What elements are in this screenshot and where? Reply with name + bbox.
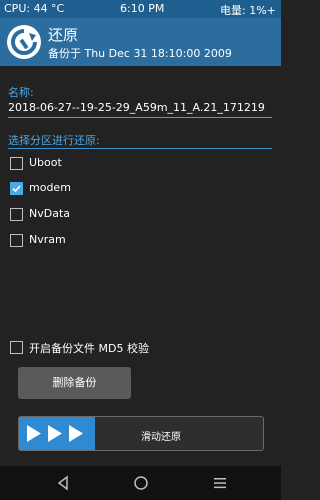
md5-verify-option[interactable]: 开启备份文件 MD5 校验 <box>8 338 272 358</box>
partition-label-nvram: Nvram <box>29 233 66 246</box>
checkbox-icon[interactable] <box>10 341 23 354</box>
partition-item-modem[interactable]: modem <box>8 179 272 199</box>
checkbox-icon[interactable] <box>10 157 23 170</box>
swipe-label: 滑动还原 <box>141 432 181 443</box>
cpu-temperature: CPU: 44 °C <box>4 2 65 15</box>
name-underline <box>8 117 272 118</box>
checked-checkbox-icon[interactable] <box>10 182 23 195</box>
partition-label: 选择分区进行还原: <box>8 134 100 147</box>
partition-label-uboot: Uboot <box>29 156 62 169</box>
backup-name-field[interactable]: 2018-06-27--19-25-29_A59m_11_A.21_171219 <box>8 101 265 114</box>
triple-arrow-icon <box>27 425 83 442</box>
status-bar: CPU: 44 °C 6:10 PM 电量: 1%+ <box>0 0 281 18</box>
clock: 6:10 PM <box>120 2 165 15</box>
slider-handle[interactable] <box>19 417 95 450</box>
partition-item-nvram[interactable]: Nvram <box>8 231 272 251</box>
checkbox-icon[interactable] <box>10 234 23 247</box>
back-icon[interactable] <box>54 474 72 492</box>
md5-verify-label: 开启备份文件 MD5 校验 <box>29 342 149 355</box>
battery-status: 电量: 1%+ <box>220 4 276 17</box>
navigation-bar <box>0 466 281 500</box>
page-header: 还原 备份于 Thu Dec 31 18:10:00 2009 <box>0 18 281 66</box>
name-label: 名称: <box>8 86 34 99</box>
partition-label-modem: modem <box>29 181 71 194</box>
checkbox-icon[interactable] <box>10 208 23 221</box>
restore-icon <box>7 25 41 59</box>
delete-backup-button[interactable]: 删除备份 <box>18 367 131 399</box>
page-title: 还原 <box>48 26 79 44</box>
home-icon[interactable] <box>132 474 150 492</box>
partition-item-uboot[interactable]: Uboot <box>8 154 272 174</box>
swipe-to-restore-slider[interactable]: 滑动还原 <box>18 416 264 451</box>
partition-item-nvdata[interactable]: NvData <box>8 205 272 225</box>
menu-icon[interactable] <box>211 474 229 492</box>
partition-divider <box>8 148 272 149</box>
partition-label-nvdata: NvData <box>29 207 71 220</box>
backup-date: 备份于 Thu Dec 31 18:10:00 2009 <box>48 47 232 60</box>
